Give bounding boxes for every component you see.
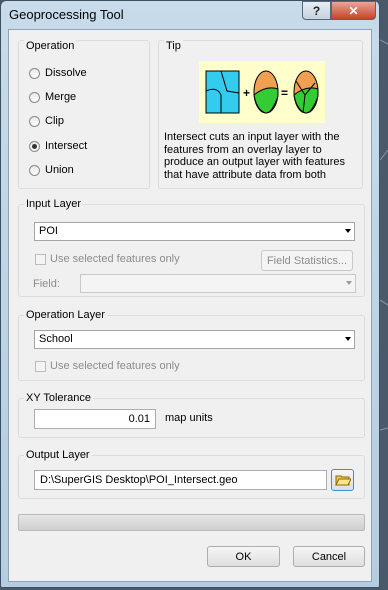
ok-button[interactable]: OK bbox=[207, 546, 280, 567]
xy-tolerance-label: XY Tolerance bbox=[24, 392, 94, 404]
tip-label: Tip bbox=[164, 40, 183, 52]
radio-label: Clip bbox=[45, 115, 64, 127]
radio-intersect[interactable]: Intersect bbox=[29, 138, 87, 154]
radio-label: Dissolve bbox=[45, 67, 87, 79]
map-units-label: map units bbox=[165, 412, 213, 424]
title-bar[interactable]: Geoprocessing Tool ? ✕ bbox=[1, 1, 379, 28]
close-icon: ✕ bbox=[348, 3, 359, 18]
chevron-down-icon[interactable] bbox=[345, 337, 351, 341]
radio-label: Union bbox=[45, 164, 74, 176]
operation-layer-select[interactable]: School bbox=[34, 330, 355, 349]
operation-layer-label: Operation Layer bbox=[24, 309, 107, 321]
radio-button[interactable] bbox=[29, 91, 40, 103]
chevron-down-icon[interactable] bbox=[346, 281, 352, 285]
tip-text: Intersect cuts an input layer with the f… bbox=[164, 131, 346, 181]
close-button[interactable]: ✕ bbox=[331, 1, 376, 20]
output-layer-label: Output Layer bbox=[24, 449, 92, 461]
radio-button[interactable] bbox=[29, 115, 40, 127]
input-layer-group: Input Layer POI Use selected features on… bbox=[18, 198, 365, 297]
radio-clip[interactable]: Clip bbox=[29, 113, 64, 129]
xy-tolerance-input[interactable]: 0.01 bbox=[34, 409, 156, 429]
radio-label: Merge bbox=[45, 91, 77, 103]
window-title: Geoprocessing Tool bbox=[9, 7, 124, 22]
open-folder-icon bbox=[334, 475, 351, 486]
output-layer-group: Output Layer D:\SuperGIS Desktop\POI_Int… bbox=[18, 449, 365, 499]
checkbox-label: Use selected features only bbox=[50, 360, 180, 372]
intersect-diagram: + = bbox=[199, 61, 325, 123]
field-select[interactable] bbox=[80, 274, 356, 293]
radio-button[interactable] bbox=[29, 164, 40, 176]
operation-group: Operation Dissolve Merge Clip Intersect … bbox=[18, 40, 150, 189]
checkbox[interactable] bbox=[35, 360, 46, 372]
geoprocessing-dialog: Geoprocessing Tool ? ✕ Operation Dissolv… bbox=[0, 0, 380, 588]
input-layer-value: POI bbox=[39, 225, 58, 237]
field-statistics-button[interactable]: Field Statistics... bbox=[261, 250, 353, 271]
xy-tolerance-group: XY Tolerance 0.01 map units bbox=[18, 392, 365, 438]
input-layer-select[interactable]: POI bbox=[34, 222, 355, 241]
background-lines bbox=[380, 39, 388, 431]
checkbox-label: Use selected features only bbox=[50, 253, 180, 265]
checkbox[interactable] bbox=[35, 253, 46, 265]
operation-layer-value: School bbox=[39, 333, 73, 345]
input-layer-label: Input Layer bbox=[24, 198, 84, 210]
svg-text:=: = bbox=[281, 86, 288, 100]
cancel-button[interactable]: Cancel bbox=[293, 546, 365, 567]
browse-button[interactable] bbox=[331, 469, 354, 491]
input-use-selected-checkbox[interactable]: Use selected features only bbox=[35, 252, 180, 266]
operation-layer-group: Operation Layer School Use selected feat… bbox=[18, 309, 365, 381]
operation-use-selected-checkbox[interactable]: Use selected features only bbox=[35, 359, 180, 373]
progress-bar bbox=[18, 514, 365, 531]
radio-merge[interactable]: Merge bbox=[29, 89, 76, 105]
output-path-input[interactable]: D:\SuperGIS Desktop\POI_Intersect.geo bbox=[34, 470, 327, 490]
tip-group: Tip + = Intersect cuts an input layer wi… bbox=[158, 40, 363, 189]
dialog-body: Operation Dissolve Merge Clip Intersect … bbox=[8, 29, 372, 582]
operation-label: Operation bbox=[24, 40, 77, 52]
field-label: Field: bbox=[33, 278, 60, 290]
help-button[interactable]: ? bbox=[302, 1, 331, 20]
radio-union[interactable]: Union bbox=[29, 162, 74, 178]
chevron-down-icon[interactable] bbox=[345, 229, 351, 233]
radio-button[interactable] bbox=[29, 67, 40, 79]
radio-button-selected[interactable] bbox=[29, 140, 40, 152]
radio-label: Intersect bbox=[45, 140, 88, 152]
radio-dissolve[interactable]: Dissolve bbox=[29, 65, 87, 81]
svg-text:+: + bbox=[243, 86, 250, 100]
